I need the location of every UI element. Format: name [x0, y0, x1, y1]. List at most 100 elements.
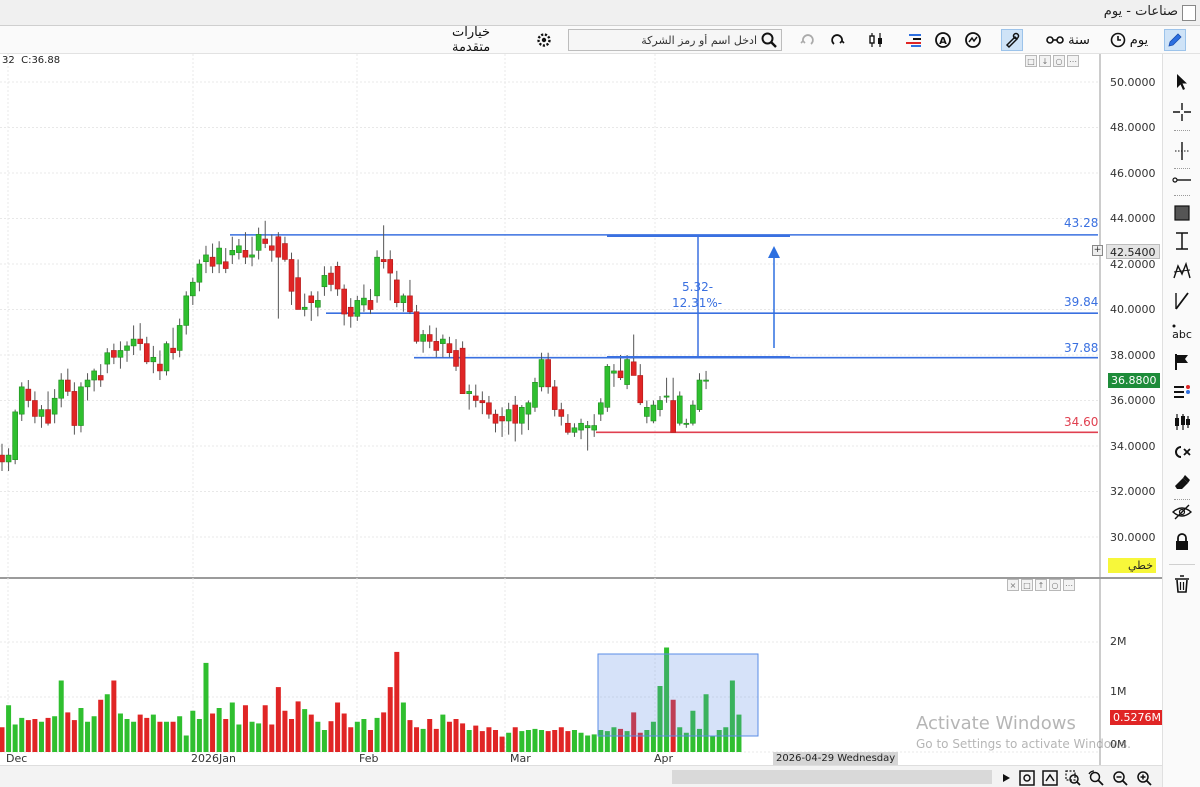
candle — [617, 355, 624, 381]
crosshair-icon[interactable] — [1170, 100, 1194, 124]
rectangle-tool-icon[interactable] — [1170, 201, 1194, 225]
volume-bar — [631, 712, 637, 752]
candle — [308, 291, 315, 321]
candle — [565, 414, 571, 435]
indicator-list-icon[interactable] — [1170, 380, 1194, 404]
reset-view-icon[interactable] — [1041, 769, 1059, 787]
candle — [117, 341, 124, 369]
zoom-in-icon[interactable] — [1135, 769, 1153, 787]
candle — [236, 238, 242, 260]
panel-up-icon[interactable]: ↑ — [1035, 579, 1047, 591]
volume-bar — [216, 708, 222, 752]
vertical-line-tool-icon[interactable] — [1170, 139, 1194, 163]
trading-app-window: صناعات - يوم يوم سنة A ادخل اسم أو رمز ا… — [0, 0, 1200, 787]
candle — [32, 391, 38, 424]
symbol-search-input[interactable] — [571, 32, 757, 48]
indicator-gauge-icon[interactable] — [962, 29, 984, 51]
clear-drawings-icon[interactable] — [1170, 440, 1194, 464]
flag-icon[interactable] — [1170, 350, 1194, 374]
volume-bar — [289, 719, 295, 752]
panel-down-icon[interactable]: ↓ — [1039, 55, 1051, 67]
volume-bar — [6, 705, 12, 752]
candle — [255, 227, 262, 260]
eraser-icon[interactable] — [1170, 470, 1194, 494]
volume-bar — [664, 647, 670, 752]
candle — [143, 336, 150, 365]
measure-tool[interactable] — [597, 235, 790, 737]
symbol-search-box[interactable] — [568, 29, 782, 51]
level-label-43-28: 43.28 — [1064, 216, 1099, 230]
scale-mode-toggle[interactable]: خطي — [1108, 558, 1156, 573]
alert-a-icon[interactable]: A — [932, 29, 954, 51]
volume-bar — [460, 723, 466, 752]
panel-more-icon[interactable]: ⋯ — [1067, 55, 1079, 67]
candle — [157, 350, 163, 381]
volume-bar — [440, 714, 446, 752]
advanced-options-button[interactable]: خيارات متقدمة — [452, 25, 552, 55]
volume-bar — [585, 735, 591, 752]
candle — [512, 395, 519, 442]
cursor-arrow-icon[interactable] — [1170, 70, 1194, 94]
candle — [130, 325, 137, 355]
horizontal-line-tool-icon[interactable] — [1170, 168, 1194, 192]
candle — [249, 236, 255, 267]
candle-tool-icon[interactable] — [1170, 410, 1194, 434]
draw-tool-icon[interactable] — [1001, 29, 1023, 51]
price-volume-chart[interactable] — [0, 0, 1200, 787]
candle — [657, 395, 663, 417]
zoom-history-icon[interactable] — [1087, 769, 1105, 787]
date-tick: Dec — [6, 752, 28, 765]
pencil-icon[interactable] — [1164, 29, 1186, 51]
undo-icon[interactable] — [796, 29, 818, 51]
candle — [584, 420, 591, 451]
panel-settings-icon[interactable]: ○ — [1053, 55, 1065, 67]
candle-style-icon[interactable] — [865, 29, 887, 51]
volume-bar — [710, 735, 716, 752]
price-axis[interactable]: 50.0000 48.0000 46.0000 44.0000 42.0000 … — [1100, 54, 1160, 578]
candle — [505, 402, 512, 435]
candle — [58, 373, 65, 408]
period-year-button[interactable]: سنة — [1042, 29, 1094, 51]
candle — [374, 250, 380, 303]
volume-bar — [519, 731, 525, 752]
redo-icon[interactable] — [827, 29, 849, 51]
panel-maximize-icon[interactable]: □ — [1025, 55, 1037, 67]
scroll-right-icon[interactable] — [997, 769, 1015, 787]
panel-maximize-icon[interactable]: □ — [1021, 579, 1033, 591]
watermark-line2: Go to Settings to activate Windows. — [916, 737, 1131, 751]
search-icon[interactable] — [760, 31, 780, 49]
volume-bar — [611, 727, 617, 752]
candle — [532, 377, 538, 412]
volume-bar — [374, 717, 380, 752]
period-day-label: يوم — [1129, 32, 1149, 48]
horizontal-scrollbar[interactable] — [672, 770, 992, 784]
volume-bar — [598, 730, 604, 752]
volume-bar — [690, 710, 696, 752]
candle — [78, 382, 84, 433]
candle — [91, 368, 97, 392]
volume-bar — [32, 719, 38, 752]
zoom-area-icon[interactable] — [1064, 769, 1082, 787]
trend-line-tool-icon[interactable] — [1170, 289, 1194, 313]
volume-bar — [282, 710, 288, 752]
pattern-tool-icon[interactable] — [1170, 259, 1194, 283]
candle — [203, 245, 209, 274]
text-tool-icon[interactable]: abc — [1170, 320, 1194, 344]
date-tick: Mar — [510, 752, 531, 765]
hide-drawings-eye-icon[interactable] — [1170, 500, 1194, 524]
zoom-out-icon[interactable] — [1111, 769, 1129, 787]
depth-bars-icon[interactable] — [902, 29, 924, 51]
candle — [295, 259, 301, 310]
candle — [341, 284, 347, 326]
candle — [209, 243, 216, 274]
period-day-button[interactable]: يوم — [1104, 29, 1154, 51]
panel-close-icon[interactable]: × — [1007, 579, 1019, 591]
panel-more-icon[interactable]: ⋯ — [1063, 579, 1075, 591]
candle — [190, 277, 196, 305]
delete-trash-icon[interactable] — [1170, 572, 1194, 596]
fit-screen-icon[interactable] — [1018, 769, 1036, 787]
panel-settings-icon[interactable]: ○ — [1049, 579, 1061, 591]
volume-bar — [367, 730, 373, 752]
measure-tool-icon[interactable] — [1170, 229, 1194, 253]
lock-icon[interactable] — [1170, 530, 1194, 554]
